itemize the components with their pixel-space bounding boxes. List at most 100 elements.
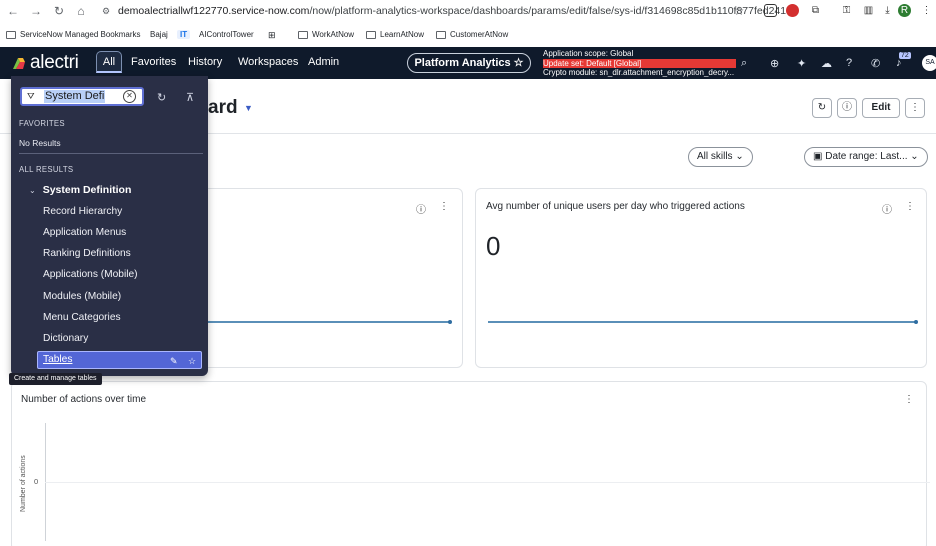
globe-icon[interactable]: ⊕ xyxy=(770,57,779,70)
help-icon[interactable]: ? xyxy=(846,57,852,69)
date-range-filter[interactable]: ▣ Date range: Last... ⌄ xyxy=(804,147,928,167)
back-icon[interactable]: ← xyxy=(7,5,19,17)
folder-icon xyxy=(6,30,16,39)
apps-grid-icon[interactable]: ⊞ xyxy=(268,30,276,41)
y-axis-label: Number of actions xyxy=(20,455,27,512)
update-set-line: Update set: Default [Global] xyxy=(543,58,736,68)
site-settings-icon[interactable]: ⚙ xyxy=(100,5,112,17)
menu-item-applications-mobile[interactable]: Applications (Mobile) xyxy=(43,269,138,280)
folder-icon xyxy=(436,30,446,39)
bookmark-star-icon[interactable]: ☆ xyxy=(733,5,745,17)
search-icon[interactable]: ⌕ xyxy=(741,57,747,70)
chevron-down-icon: ⌄ xyxy=(910,151,919,162)
puzzle-extension-icon[interactable]: ⧉ xyxy=(809,4,822,17)
favorites-header: FAVORITES xyxy=(19,119,65,128)
menu-workspaces[interactable]: Workspaces xyxy=(238,56,298,68)
refresh-icon[interactable]: ↻ xyxy=(157,91,166,104)
browser-toolbar: ← → ↻ ⌂ ⚙ demoalectriallwf122770.service… xyxy=(0,0,936,23)
extension-icon[interactable] xyxy=(764,4,777,17)
more-options-icon[interactable]: ⋮ xyxy=(905,201,915,212)
sparkle-icon[interactable]: ✦ xyxy=(797,57,806,70)
reload-icon[interactable]: ↻ xyxy=(53,5,65,17)
workspace-pill[interactable]: Platform Analytics ☆ xyxy=(407,53,531,73)
menu-item-dictionary[interactable]: Dictionary xyxy=(43,333,88,344)
menu-history[interactable]: History xyxy=(188,56,222,68)
bookmark-aicontroltower[interactable]: AIControlTower xyxy=(199,30,254,39)
sidebar-icon[interactable]: ▥ xyxy=(862,4,875,17)
chart-gridline xyxy=(45,482,930,483)
calendar-icon: ▣ xyxy=(813,151,823,162)
logo-text: alectri xyxy=(30,52,79,73)
menu-admin[interactable]: Admin xyxy=(308,56,339,68)
edit-button[interactable]: Edit xyxy=(862,98,900,118)
clear-icon[interactable]: ✕ xyxy=(123,90,136,103)
more-options-button[interactable]: ⋮ xyxy=(905,98,925,118)
crypto-line: Crypto module: sn_dlr.attachment_encrypt… xyxy=(543,68,735,77)
menu-all[interactable]: All xyxy=(96,51,122,73)
download-icon[interactable]: ⤓ xyxy=(881,4,894,17)
url-domain: demoalectriallwf122770.service-now.com xyxy=(118,5,310,17)
phone-icon[interactable]: ✆ xyxy=(871,57,880,70)
company-logo[interactable]: alectri xyxy=(11,53,79,73)
more-options-icon[interactable]: ⋮ xyxy=(439,201,449,212)
dashboard-title[interactable]: ard xyxy=(208,97,238,119)
more-options-icon[interactable]: ⋮ xyxy=(904,394,914,405)
menu-item-ranking-definitions[interactable]: Ranking Definitions xyxy=(43,248,131,259)
info-button[interactable]: ⓘ xyxy=(837,98,857,118)
user-avatar[interactable]: SA xyxy=(922,55,936,71)
chat-icon[interactable]: ☁ xyxy=(821,57,832,70)
menu-favorites[interactable]: Favorites xyxy=(131,56,176,68)
filter-icon: ⛛ xyxy=(27,91,35,101)
bookmark-learnatnow[interactable]: LearnAtNow xyxy=(366,30,424,39)
menu-item-modules-mobile[interactable]: Modules (Mobile) xyxy=(43,291,121,302)
chevron-down-icon: ⌄ xyxy=(735,151,744,162)
folder-icon xyxy=(298,30,308,39)
sparkline xyxy=(206,321,450,323)
sparkline-end-point xyxy=(448,320,452,324)
bookmark-it[interactable]: IT xyxy=(177,30,191,39)
address-bar[interactable]: demoalectriallwf122770.service-now.com/n… xyxy=(118,5,795,17)
y-tick-label: 0 xyxy=(34,477,39,486)
pin-icon[interactable]: ⊼ xyxy=(186,91,194,104)
metric-card-2: Avg number of unique users per day who t… xyxy=(475,188,927,368)
info-icon[interactable]: ⓘ xyxy=(882,201,892,216)
browser-menu-icon[interactable]: ⋮ xyxy=(920,4,933,17)
info-icon[interactable]: ⓘ xyxy=(416,201,426,216)
card-title: Avg number of unique users per day who t… xyxy=(486,201,745,212)
menu-item-tables[interactable]: Tables ✎ ☆ xyxy=(37,351,202,369)
url-path: /now/platform-analytics-workspace/dashbo… xyxy=(309,5,795,17)
profile-avatar[interactable]: R xyxy=(898,4,911,17)
refresh-button[interactable]: ↻ xyxy=(812,98,832,118)
sparkline-end-point xyxy=(914,320,918,324)
scope-line: Application scope: Global xyxy=(543,49,634,58)
menu-item-menu-categories[interactable]: Menu Categories xyxy=(43,312,121,323)
tooltip: Create and manage tables xyxy=(9,373,102,385)
forward-icon[interactable]: → xyxy=(30,5,42,17)
group-system-definition[interactable]: ⌄ System Definition xyxy=(29,184,131,196)
skills-filter[interactable]: All skills ⌄ xyxy=(688,147,753,167)
edit-icon[interactable]: ✎ xyxy=(170,353,178,369)
menu-item-application-menus[interactable]: Application Menus xyxy=(43,227,126,238)
sparkline xyxy=(488,321,916,323)
bookmark-servicenow[interactable]: ServiceNow Managed Bookmarks xyxy=(6,30,141,39)
scope-info[interactable]: Application scope: Global Update set: De… xyxy=(543,49,736,78)
divider xyxy=(19,153,203,154)
menu-filter-input[interactable]: ⛛ System Defi ✕ xyxy=(20,87,144,106)
key-icon[interactable]: ⚿ xyxy=(840,4,853,17)
logo-mark-icon xyxy=(13,58,25,69)
menu-item-record-hierarchy[interactable]: Record Hierarchy xyxy=(43,206,122,217)
bookmark-customeratnow[interactable]: CustomerAtNow xyxy=(436,30,508,39)
chevron-down-icon[interactable]: ▼ xyxy=(244,103,253,113)
metric-value: 0 xyxy=(486,231,501,261)
filter-input-value: System Defi xyxy=(44,90,106,103)
chevron-down-icon: ⌄ xyxy=(29,185,36,195)
favorites-empty: No Results xyxy=(19,138,61,148)
all-menu-panel: ⛛ System Defi ✕ ↻ ⊼ FAVORITES No Results… xyxy=(11,76,208,376)
card-title: Number of actions over time xyxy=(21,394,147,405)
notification-badge: 72 xyxy=(899,52,911,59)
bookmark-bajaj[interactable]: Bajaj xyxy=(150,30,168,39)
extension-red-icon[interactable] xyxy=(786,4,799,17)
bookmark-workatnow[interactable]: WorkAtNow xyxy=(298,30,354,39)
home-icon[interactable]: ⌂ xyxy=(75,5,87,17)
star-icon[interactable]: ☆ xyxy=(188,353,196,369)
